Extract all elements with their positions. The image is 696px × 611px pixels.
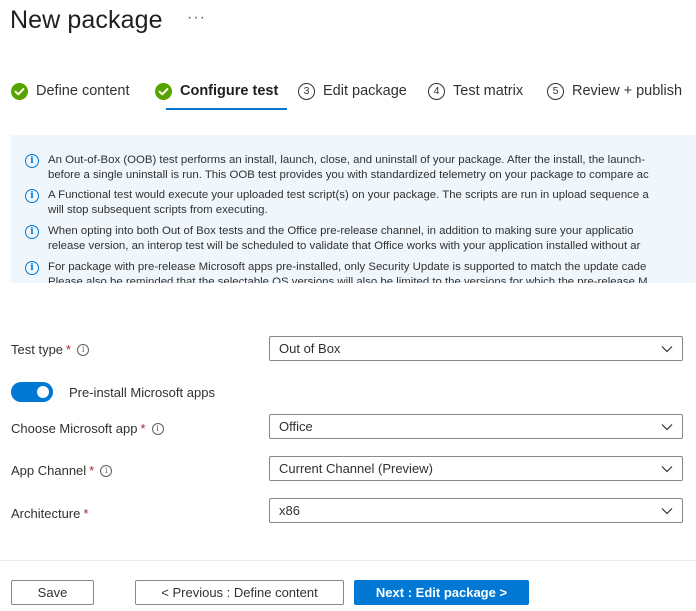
preinstall-toggle[interactable] bbox=[11, 382, 53, 402]
page-title: New package bbox=[10, 6, 163, 34]
step-label: Edit package bbox=[323, 83, 407, 99]
step-label: Review + publish bbox=[572, 83, 683, 99]
info-icon: i bbox=[25, 189, 39, 203]
check-circle-icon bbox=[11, 82, 28, 100]
step-label: Test matrix bbox=[453, 83, 524, 99]
info-text-line: will stop subsequent scripts from execut… bbox=[48, 204, 268, 216]
info-item-functional: i A Functional test would execute your u… bbox=[25, 188, 696, 218]
toggle-knob bbox=[37, 386, 49, 398]
microsoft-app-value: Office bbox=[279, 419, 313, 434]
test-type-label: Test type * i bbox=[11, 342, 90, 357]
info-text-line: before a single uninstall is run. This O… bbox=[48, 169, 649, 181]
required-marker: * bbox=[83, 506, 89, 521]
check-circle-icon bbox=[155, 82, 172, 100]
required-marker: * bbox=[66, 342, 72, 357]
microsoft-app-label: Choose Microsoft app * i bbox=[11, 421, 164, 436]
step-number-icon: 4 bbox=[428, 82, 445, 100]
info-banner: i An Out-of-Box (OOB) test performs an i… bbox=[11, 135, 696, 283]
help-icon[interactable]: i bbox=[100, 464, 113, 477]
required-marker: * bbox=[89, 463, 95, 478]
architecture-value: x86 bbox=[279, 503, 300, 518]
info-icon: i bbox=[25, 261, 39, 275]
app-channel-value: Current Channel (Preview) bbox=[279, 461, 433, 476]
test-type-dropdown[interactable]: Out of Box bbox=[269, 336, 683, 361]
info-item-interop: i When opting into both Out of Box tests… bbox=[25, 224, 696, 254]
info-text-line: An Out-of-Box (OOB) test performs an ins… bbox=[48, 154, 646, 166]
info-text-line: When opting into both Out of Box tests a… bbox=[48, 225, 634, 237]
step-number-icon: 5 bbox=[547, 82, 564, 100]
architecture-label: Architecture * bbox=[11, 506, 89, 521]
wizard-steps: Define content Configure test 3 Edit pac… bbox=[11, 80, 696, 112]
info-text-line: Please also be reminded that the selecta… bbox=[48, 276, 648, 283]
chevron-down-icon bbox=[661, 346, 673, 353]
step-define-content[interactable]: Define content bbox=[11, 80, 130, 102]
step-review-publish[interactable]: 5 Review + publish bbox=[547, 80, 682, 102]
info-text-line: For package with pre-release Microsoft a… bbox=[48, 261, 647, 273]
info-item-oob: i An Out-of-Box (OOB) test performs an i… bbox=[25, 153, 696, 183]
info-icon: i bbox=[25, 154, 39, 168]
info-item-prerelease: i For package with pre-release Microsoft… bbox=[25, 260, 696, 283]
app-channel-label: App Channel * i bbox=[11, 463, 113, 478]
step-number-icon: 3 bbox=[298, 82, 315, 100]
save-button[interactable]: Save bbox=[11, 580, 94, 605]
required-marker: * bbox=[140, 421, 146, 436]
chevron-down-icon bbox=[661, 508, 673, 515]
more-options-icon[interactable]: ··· bbox=[187, 9, 206, 27]
preinstall-label: Pre-install Microsoft apps bbox=[69, 385, 215, 400]
active-step-indicator bbox=[166, 108, 287, 110]
info-icon: i bbox=[25, 225, 39, 239]
architecture-dropdown[interactable]: x86 bbox=[269, 498, 683, 523]
step-configure-test[interactable]: Configure test bbox=[155, 80, 278, 102]
info-text-line: A Functional test would execute your upl… bbox=[48, 189, 649, 201]
chevron-down-icon bbox=[661, 466, 673, 473]
info-text-line: release version, an interop test will be… bbox=[48, 240, 641, 252]
microsoft-app-dropdown[interactable]: Office bbox=[269, 414, 683, 439]
app-channel-dropdown[interactable]: Current Channel (Preview) bbox=[269, 456, 683, 481]
footer-divider bbox=[0, 560, 696, 561]
chevron-down-icon bbox=[661, 424, 673, 431]
step-label: Define content bbox=[36, 83, 130, 99]
help-icon[interactable]: i bbox=[151, 422, 164, 435]
test-type-value: Out of Box bbox=[279, 341, 341, 356]
help-icon[interactable]: i bbox=[77, 343, 90, 356]
step-edit-package[interactable]: 3 Edit package bbox=[298, 80, 407, 102]
next-button[interactable]: Next : Edit package > bbox=[354, 580, 529, 605]
step-test-matrix[interactable]: 4 Test matrix bbox=[428, 80, 523, 102]
step-label: Configure test bbox=[180, 83, 279, 99]
previous-button[interactable]: < Previous : Define content bbox=[135, 580, 344, 605]
